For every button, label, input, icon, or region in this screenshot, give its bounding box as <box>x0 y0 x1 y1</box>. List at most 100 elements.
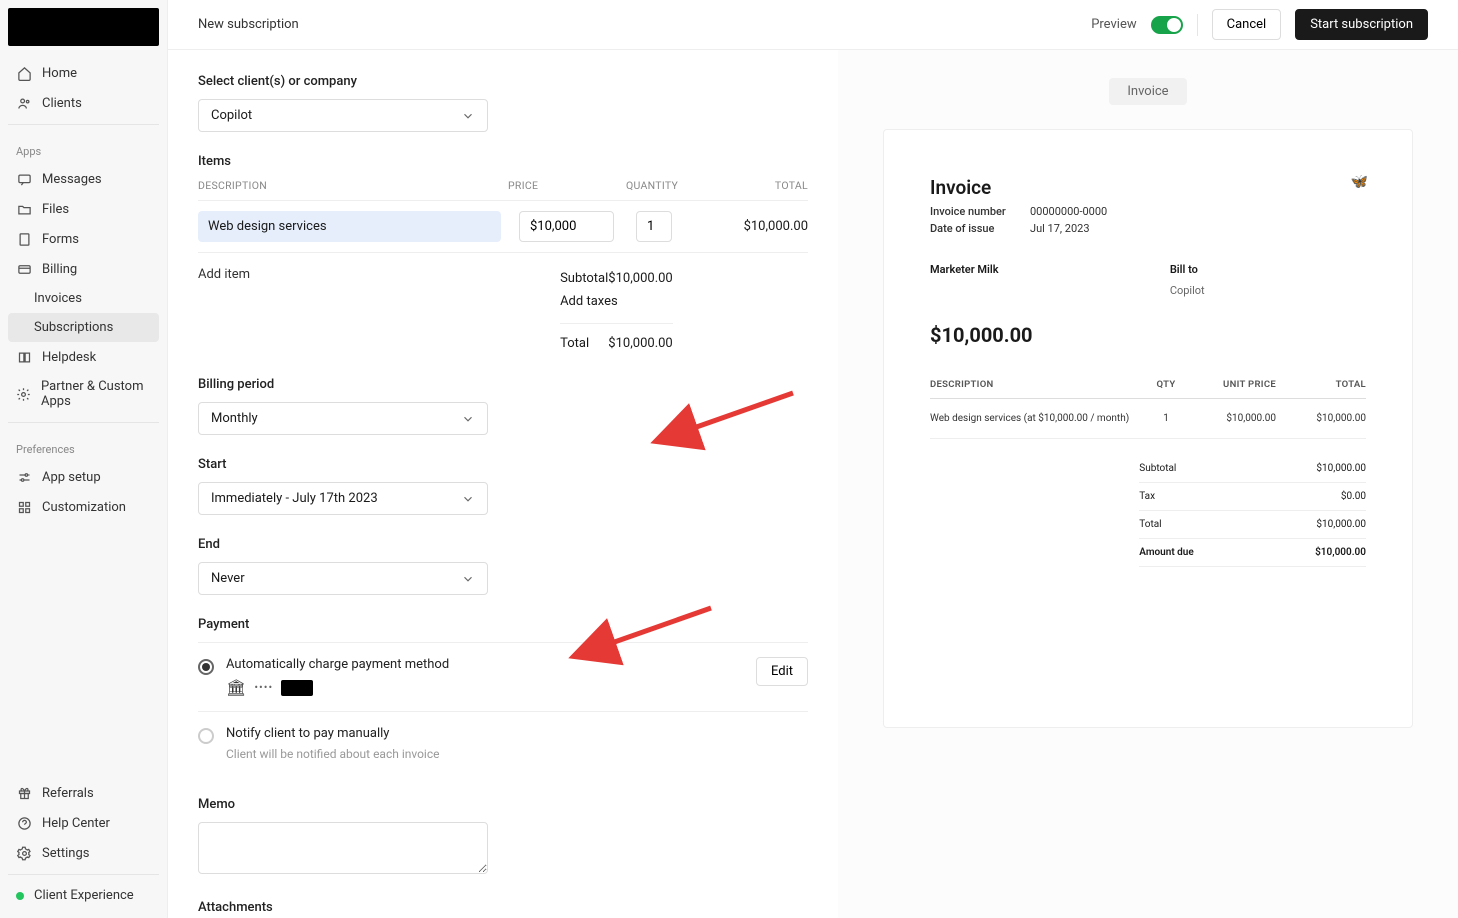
payment-label: Payment <box>198 617 808 632</box>
nav-label: Subscriptions <box>34 320 113 335</box>
users-icon <box>16 95 32 111</box>
inv-th-unit: UNIT PRICE <box>1186 379 1276 390</box>
billing-period-label: Billing period <box>198 377 808 392</box>
invoice-title: Invoice <box>930 176 1366 199</box>
inv-line-unit: $10,000.00 <box>1186 413 1276 424</box>
nav-forms[interactable]: Forms <box>8 224 159 254</box>
nav-clients[interactable]: Clients <box>8 88 159 118</box>
inv-th-qty: QTY <box>1146 379 1186 390</box>
inv-due-val: $10,000.00 <box>1315 547 1366 558</box>
invoice-from: Marketer Milk <box>930 263 1126 276</box>
nav-subscriptions[interactable]: Subscriptions <box>8 313 159 342</box>
payment-dots: •••• <box>254 681 273 694</box>
status-dot-icon <box>16 892 24 900</box>
nav-home[interactable]: Home <box>8 58 159 88</box>
nav-label: Home <box>42 66 77 81</box>
nav-client-experience[interactable]: Client Experience <box>8 881 159 910</box>
inv-total-val: $10,000.00 <box>1316 519 1366 530</box>
nav-customization[interactable]: Customization <box>8 492 159 522</box>
help-icon <box>16 815 32 831</box>
nav-billing[interactable]: Billing <box>8 254 159 284</box>
nav-label: Billing <box>42 262 77 277</box>
nav-label: Files <box>42 202 69 217</box>
payment-manual-radio[interactable] <box>198 728 214 744</box>
invoice-number-value: 00000000-0000 <box>1030 205 1107 218</box>
invoice-number-label: Invoice number <box>930 205 1012 218</box>
item-price-input[interactable] <box>519 211 614 242</box>
inv-line-desc: Web design services (at $10,000.00 / mon… <box>930 413 1146 424</box>
item-qty-input[interactable] <box>636 211 672 242</box>
chevron-down-icon <box>461 109 475 123</box>
bank-icon: 🏛 <box>226 678 246 697</box>
preview-toggle[interactable] <box>1151 16 1183 34</box>
end-label: End <box>198 537 808 552</box>
invoice-tab[interactable]: Invoice <box>1109 78 1186 105</box>
nav-appsetup[interactable]: App setup <box>8 462 159 492</box>
end-select[interactable]: Never <box>198 562 488 595</box>
sliders-icon <box>16 469 32 485</box>
nav-helpdesk[interactable]: Helpdesk <box>8 342 159 372</box>
nav-files[interactable]: Files <box>8 194 159 224</box>
nav-label: App setup <box>42 470 101 485</box>
add-taxes-button[interactable]: Add taxes <box>560 294 618 309</box>
message-icon <box>16 171 32 187</box>
inv-subtotal-val: $10,000.00 <box>1316 463 1366 474</box>
subtotal-label: Subtotal <box>560 271 608 286</box>
total-label: Total <box>560 336 589 351</box>
memo-label: Memo <box>198 797 808 812</box>
inv-tax-val: $0.00 <box>1341 491 1366 502</box>
nav-label: Invoices <box>34 291 82 306</box>
th-price: PRICE <box>508 179 626 192</box>
nav-partner[interactable]: Partner & Custom Apps <box>8 372 159 416</box>
th-total: TOTAL <box>698 179 808 192</box>
nav-messages[interactable]: Messages <box>8 164 159 194</box>
nav-invoices[interactable]: Invoices <box>8 284 159 313</box>
nav-helpcenter[interactable]: Help Center <box>8 808 159 838</box>
payment-manual-label: Notify client to pay manually <box>226 726 808 741</box>
edit-payment-button[interactable]: Edit <box>756 657 808 686</box>
client-select[interactable]: Copilot <box>198 99 488 132</box>
select-client-label: Select client(s) or company <box>198 74 808 89</box>
chevron-down-icon <box>461 572 475 586</box>
subtotal-value: $10,000.00 <box>608 271 672 286</box>
nav-referrals[interactable]: Referrals <box>8 778 159 808</box>
billing-period-value: Monthly <box>211 411 258 426</box>
attachments-label: Attachments <box>198 900 808 915</box>
th-description: DESCRIPTION <box>198 179 508 192</box>
invoice-date-label: Date of issue <box>930 222 1012 235</box>
chevron-down-icon <box>461 492 475 506</box>
start-subscription-button[interactable]: Start subscription <box>1295 9 1428 40</box>
invoice-line-row: Web design services (at $10,000.00 / mon… <box>930 399 1366 439</box>
items-label: Items <box>198 154 808 169</box>
cancel-button[interactable]: Cancel <box>1212 9 1282 40</box>
total-value: $10,000.00 <box>608 336 672 351</box>
section-preferences: Preferences <box>8 429 159 462</box>
annotation-arrow-icon <box>678 388 798 442</box>
book-icon <box>16 349 32 365</box>
payment-auto-label: Automatically charge payment method <box>226 657 744 672</box>
nav-label: Settings <box>42 846 89 861</box>
card-icon <box>16 261 32 277</box>
billing-period-select[interactable]: Monthly <box>198 402 488 435</box>
preview-label: Preview <box>1091 17 1136 32</box>
memo-input[interactable] <box>198 822 488 874</box>
nav-label: Forms <box>42 232 79 247</box>
cog-icon <box>16 845 32 861</box>
start-select[interactable]: Immediately - July 17th 2023 <box>198 482 488 515</box>
invoice-preview: 🦋 Invoice Invoice number 00000000-0000 D… <box>883 129 1413 728</box>
nav-label: Client Experience <box>34 888 134 903</box>
forms-icon <box>16 231 32 247</box>
payment-auto-radio[interactable] <box>198 659 214 675</box>
start-label: Start <box>198 457 808 472</box>
nav-label: Referrals <box>42 786 94 801</box>
inv-th-total: TOTAL <box>1276 379 1366 390</box>
home-icon <box>16 65 32 81</box>
start-value: Immediately - July 17th 2023 <box>211 491 378 506</box>
item-description-input[interactable]: Web design services <box>198 211 501 242</box>
nav-settings[interactable]: Settings <box>8 838 159 868</box>
inv-tax-label: Tax <box>1139 491 1155 502</box>
invoice-billto-value: Copilot <box>1170 284 1366 297</box>
inv-line-qty: 1 <box>1146 413 1186 424</box>
item-total: $10,000.00 <box>672 219 808 234</box>
add-item-button[interactable]: Add item <box>198 253 250 355</box>
